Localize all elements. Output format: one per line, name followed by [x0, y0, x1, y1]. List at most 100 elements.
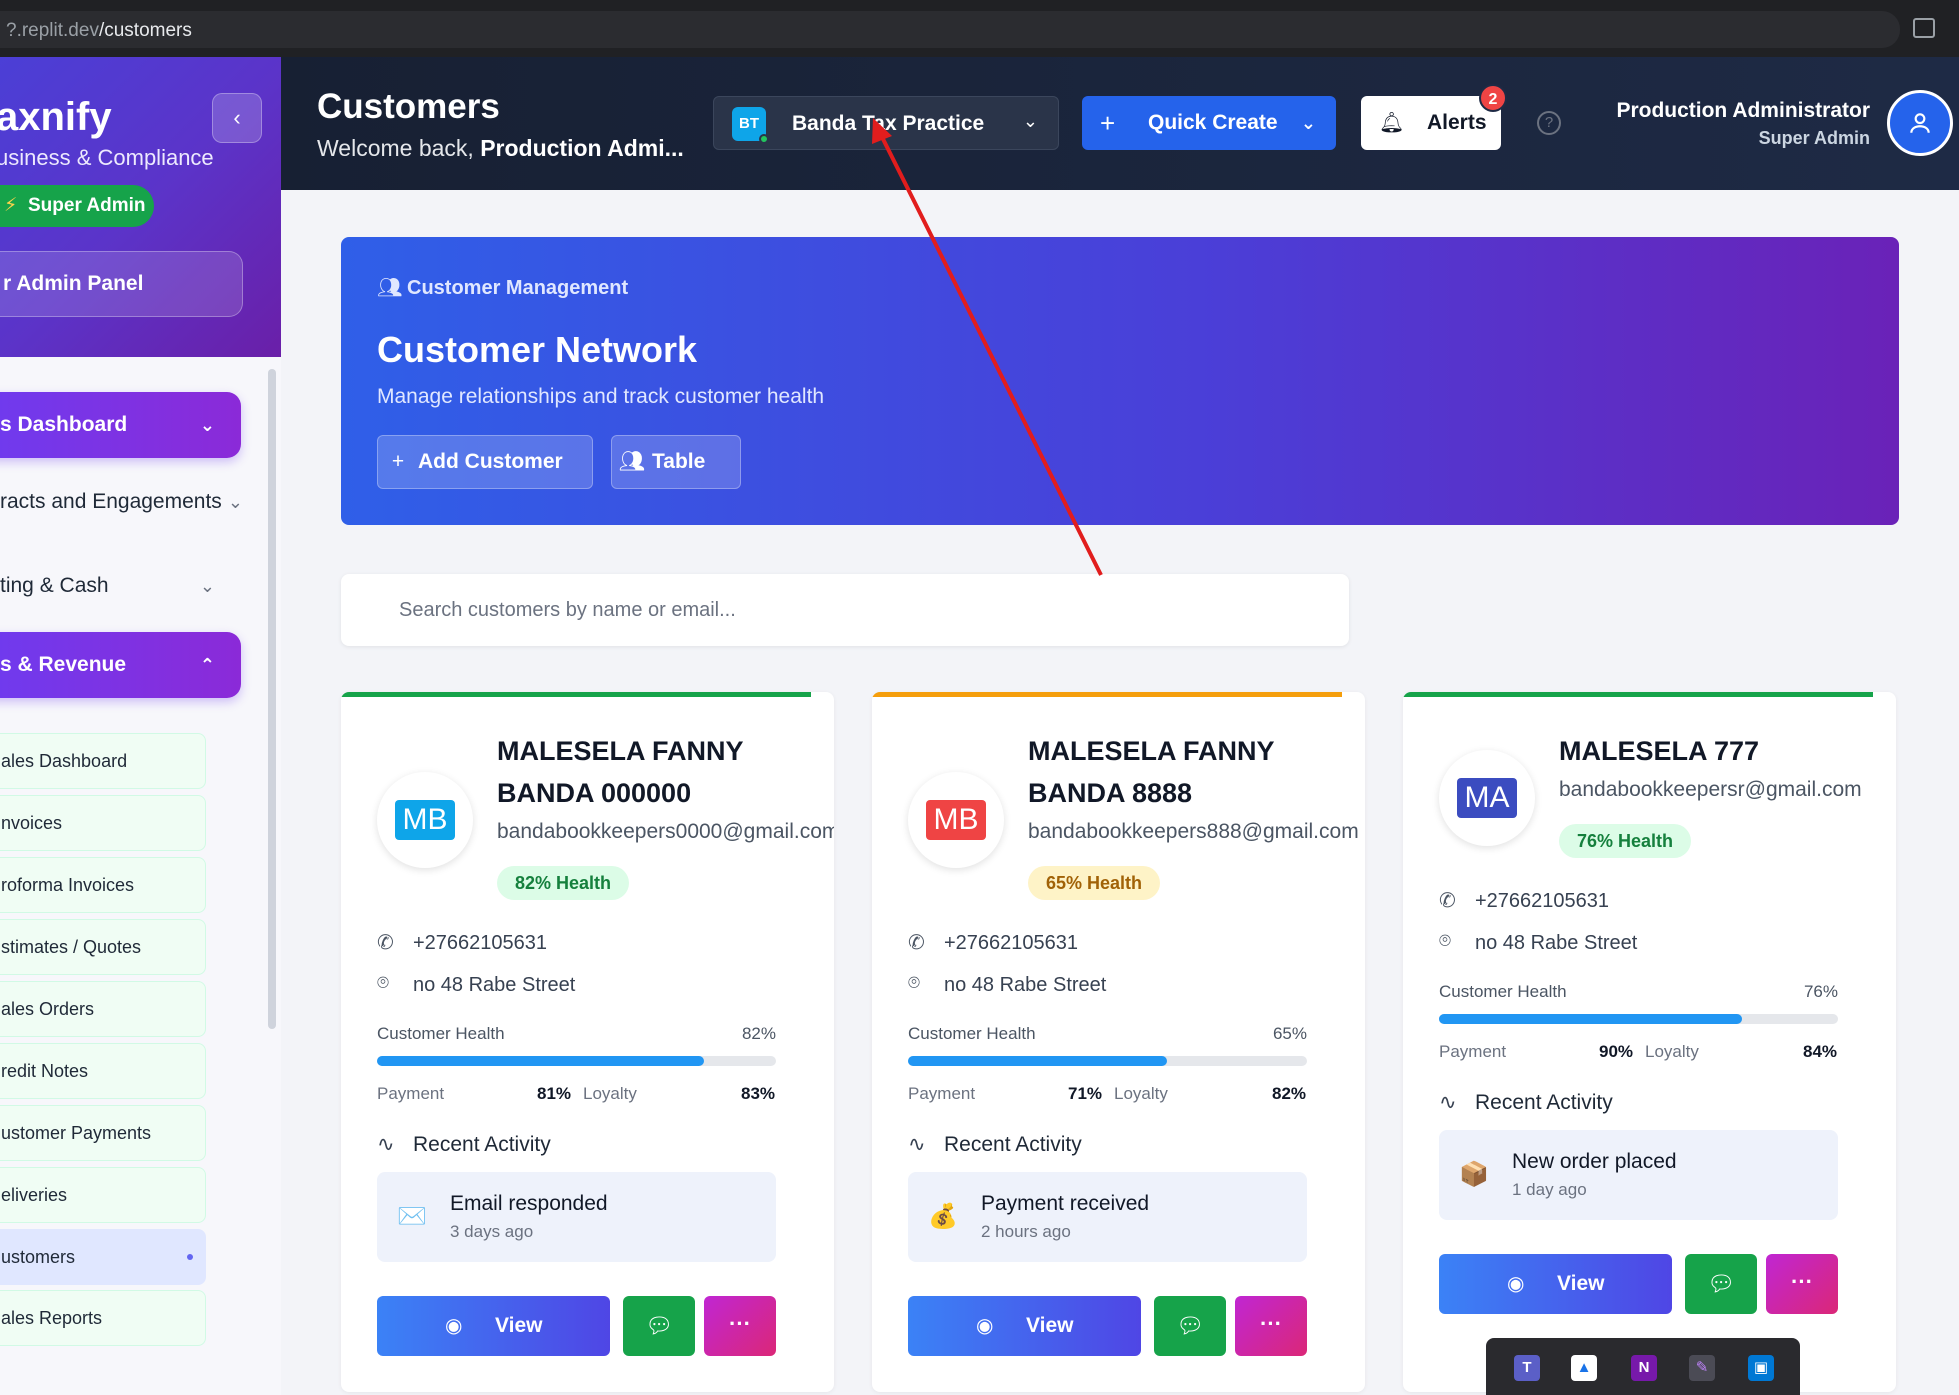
sidebar-item-customers[interactable]: ustomers [0, 1229, 206, 1285]
add-customer-button[interactable]: + Add Customer [377, 435, 593, 489]
payment-value: 71% [1068, 1084, 1103, 1103]
user-role: Super Admin [1758, 128, 1870, 148]
health-badge: 65% Health [1028, 866, 1161, 900]
store-icon[interactable]: ▣ [1748, 1355, 1774, 1381]
message-button[interactable]: 💬︎ [1685, 1254, 1757, 1314]
admin-panel-button[interactable]: r Admin Panel [0, 251, 243, 317]
health-bar [1439, 1014, 1838, 1024]
health-badge: 82% Health [497, 866, 630, 900]
sidebar-item-sales-reports[interactable]: ales Reports [0, 1290, 206, 1346]
nav-section-contracts[interactable]: racts and Engagements ⌄ [0, 477, 243, 527]
plus-icon: + [1100, 108, 1116, 138]
top-header: Customers Welcome back, Production Admi.… [281, 57, 1959, 190]
health-percent: 76% [1803, 982, 1838, 1001]
welcome-name: Production Admi... [480, 135, 684, 161]
table-view-button[interactable]: 👥︎ Table [611, 435, 741, 489]
drive-icon[interactable]: ▲ [1571, 1355, 1597, 1381]
phone-icon: ✆ [908, 932, 925, 954]
more-options-button[interactable]: ··· [1766, 1254, 1838, 1314]
message-button[interactable]: 💬︎ [1154, 1296, 1226, 1356]
health-bar [908, 1056, 1307, 1066]
onenote-icon[interactable]: N [1631, 1355, 1657, 1381]
view-customer-button[interactable]: ◉ View [377, 1296, 610, 1356]
chevron-left-icon: ‹ [233, 105, 241, 130]
quick-create-label: Quick Create [1148, 111, 1278, 134]
customer-phone: +27662105631 [413, 932, 548, 954]
sidebar-scrollbar[interactable] [268, 357, 276, 1057]
sidebar-item-sales-orders[interactable]: ales Orders [0, 981, 206, 1037]
practice-avatar: BT [732, 107, 769, 144]
avatar-circle: MB [385, 780, 465, 860]
nav-section-dashboard[interactable]: s Dashboard ⌄ [0, 392, 241, 458]
install-app-icon[interactable] [1913, 18, 1935, 38]
health-label: Customer Health [377, 1024, 505, 1043]
sidebar-item-invoices[interactable]: nvoices [0, 795, 206, 851]
address-field[interactable] [0, 11, 1900, 48]
nav-section-sales-revenue[interactable]: s & Revenue ⌃ [0, 632, 241, 698]
sidebar-item-proforma-invoices[interactable]: roforma Invoices [0, 857, 206, 913]
activity-icon: 📦 [1459, 1161, 1489, 1188]
brand-subtitle: usiness & Compliance [0, 145, 214, 170]
search-input[interactable] [399, 592, 1299, 628]
payment-value: 81% [537, 1084, 572, 1103]
sidebar-item-estimates-quotes[interactable]: stimates / Quotes [0, 919, 206, 975]
more-options-button[interactable]: ··· [704, 1296, 776, 1356]
loyalty-value: 84% [1803, 1042, 1838, 1061]
practice-selector[interactable]: BT Banda Tax Practice ⌄ [713, 96, 1059, 150]
avatar: MB [377, 772, 473, 868]
sidebar-item-customer-payments[interactable]: ustomer Payments [0, 1105, 206, 1161]
quick-create-button[interactable]: + Quick Create ⌄ [1082, 96, 1336, 150]
view-customer-button[interactable]: ◉ View [1439, 1254, 1672, 1314]
recent-activity-title: ∿ Recent Activity [908, 1132, 1082, 1157]
view-customer-button[interactable]: ◉ View [908, 1296, 1141, 1356]
brand-name: axnify [0, 95, 112, 139]
scrollbar-thumb[interactable] [268, 369, 276, 1029]
bolt-icon: ⚡ [4, 195, 18, 216]
health-bar-fill [1439, 1014, 1742, 1024]
welcome-text: Welcome back, Production Admi... [317, 135, 687, 162]
activity-text: Email responded [450, 1192, 608, 1215]
customer-email: bandabookkeepers888@gmail.com [1028, 820, 1359, 843]
alerts-button[interactable]: 🔔︎ Alerts 2 [1361, 84, 1507, 150]
alerts-count-badge: 2 [1479, 84, 1507, 112]
chat-icon: 💬︎ [645, 1313, 673, 1338]
activity-icon: ✉️ [397, 1203, 427, 1230]
avatar: MB [908, 772, 1004, 868]
customer-email: bandabookkeepers0000@gmail.com [497, 820, 834, 843]
taskbar: T ▲ N ✎ ▣ [1486, 1338, 1800, 1395]
active-dot [187, 1254, 193, 1260]
loyalty-value: 83% [741, 1084, 776, 1103]
card-accent-line [341, 692, 811, 697]
health-label: Customer Health [908, 1024, 1036, 1043]
url-text[interactable]: ?.replit.dev/customers [6, 20, 192, 42]
message-button[interactable]: 💬︎ [623, 1296, 695, 1356]
activity-item: 💰 Payment received 2 hours ago [908, 1172, 1307, 1262]
sidebar-header: axnify usiness & Compliance ‹ ⚡ Super Adm… [0, 57, 281, 357]
map-pin-icon: ⌾ [908, 972, 920, 994]
recent-activity-label: Recent Activity [944, 1133, 1082, 1156]
help-icon[interactable]: ? [1537, 111, 1561, 135]
customer-card: MB MALESELA FANNY BANDA 8888 bandabookke… [872, 692, 1365, 1392]
online-indicator [759, 134, 769, 144]
user-icon [1910, 113, 1930, 133]
welcome-prefix: Welcome back, [317, 135, 481, 161]
page-title: Customers [317, 87, 500, 126]
collapse-sidebar-button[interactable]: ‹ [212, 93, 262, 143]
activity-time: 3 days ago [450, 1222, 534, 1241]
health-bar [377, 1056, 776, 1066]
customer-name: MALESELA 777 [1559, 736, 1760, 766]
sidebar-item-credit-notes[interactable]: redit Notes [0, 1043, 206, 1099]
sidebar-item-deliveries[interactable]: eliveries [0, 1167, 206, 1223]
teams-icon[interactable]: T [1514, 1355, 1540, 1381]
customer-phone: +27662105631 [944, 932, 1079, 954]
pen-icon[interactable]: ✎ [1689, 1355, 1715, 1381]
activity-pulse-icon: ∿ [908, 1133, 926, 1156]
phone-icon: ✆ [1439, 890, 1456, 912]
chevron-down-icon: ⌄ [199, 415, 215, 435]
recent-activity-title: ∿ Recent Activity [1439, 1090, 1613, 1115]
user-avatar-button[interactable] [1887, 90, 1953, 156]
nav-section-accounting[interactable]: ting & Cash ⌄ [0, 561, 241, 611]
sidebar-item-sales-dashboard[interactable]: ales Dashboard [0, 733, 206, 789]
more-options-button[interactable]: ··· [1235, 1296, 1307, 1356]
url-host: ?.replit.dev [6, 20, 99, 41]
